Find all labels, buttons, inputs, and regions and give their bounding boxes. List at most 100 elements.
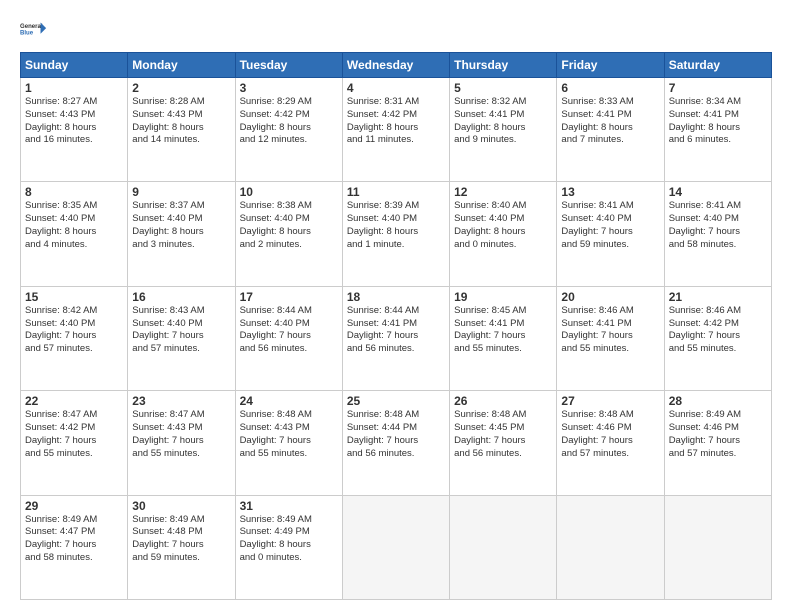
calendar-cell: 17Sunrise: 8:44 AMSunset: 4:40 PMDayligh… [235,286,342,390]
day-info: Sunrise: 8:46 AMSunset: 4:42 PMDaylight:… [669,305,767,356]
calendar-cell: 28Sunrise: 8:49 AMSunset: 4:46 PMDayligh… [664,391,771,495]
day-info: Sunrise: 8:35 AMSunset: 4:40 PMDaylight:… [25,200,123,251]
calendar-cell: 4Sunrise: 8:31 AMSunset: 4:42 PMDaylight… [342,78,449,182]
calendar-table: SundayMondayTuesdayWednesdayThursdayFrid… [20,52,772,600]
day-number: 23 [132,394,230,408]
day-info: Sunrise: 8:49 AMSunset: 4:46 PMDaylight:… [669,409,767,460]
calendar-cell: 27Sunrise: 8:48 AMSunset: 4:46 PMDayligh… [557,391,664,495]
calendar-cell: 26Sunrise: 8:48 AMSunset: 4:45 PMDayligh… [450,391,557,495]
calendar-cell: 3Sunrise: 8:29 AMSunset: 4:42 PMDaylight… [235,78,342,182]
day-info: Sunrise: 8:45 AMSunset: 4:41 PMDaylight:… [454,305,552,356]
calendar-cell: 8Sunrise: 8:35 AMSunset: 4:40 PMDaylight… [21,182,128,286]
calendar-week-4: 22Sunrise: 8:47 AMSunset: 4:42 PMDayligh… [21,391,772,495]
day-number: 31 [240,499,338,513]
day-number: 27 [561,394,659,408]
day-info: Sunrise: 8:33 AMSunset: 4:41 PMDaylight:… [561,96,659,147]
day-number: 17 [240,290,338,304]
header: GeneralBlue [20,16,772,44]
calendar-cell: 22Sunrise: 8:47 AMSunset: 4:42 PMDayligh… [21,391,128,495]
calendar-cell: 6Sunrise: 8:33 AMSunset: 4:41 PMDaylight… [557,78,664,182]
calendar-cell: 15Sunrise: 8:42 AMSunset: 4:40 PMDayligh… [21,286,128,390]
day-info: Sunrise: 8:38 AMSunset: 4:40 PMDaylight:… [240,200,338,251]
day-number: 13 [561,185,659,199]
day-number: 20 [561,290,659,304]
day-info: Sunrise: 8:28 AMSunset: 4:43 PMDaylight:… [132,96,230,147]
day-info: Sunrise: 8:34 AMSunset: 4:41 PMDaylight:… [669,96,767,147]
day-info: Sunrise: 8:41 AMSunset: 4:40 PMDaylight:… [669,200,767,251]
day-info: Sunrise: 8:47 AMSunset: 4:42 PMDaylight:… [25,409,123,460]
calendar-cell [557,495,664,599]
day-header-tuesday: Tuesday [235,53,342,78]
day-number: 11 [347,185,445,199]
day-info: Sunrise: 8:48 AMSunset: 4:45 PMDaylight:… [454,409,552,460]
day-header-wednesday: Wednesday [342,53,449,78]
calendar-cell: 24Sunrise: 8:48 AMSunset: 4:43 PMDayligh… [235,391,342,495]
day-info: Sunrise: 8:41 AMSunset: 4:40 PMDaylight:… [561,200,659,251]
calendar-cell: 5Sunrise: 8:32 AMSunset: 4:41 PMDaylight… [450,78,557,182]
calendar-header: SundayMondayTuesdayWednesdayThursdayFrid… [21,53,772,78]
day-info: Sunrise: 8:40 AMSunset: 4:40 PMDaylight:… [454,200,552,251]
day-number: 21 [669,290,767,304]
day-info: Sunrise: 8:42 AMSunset: 4:40 PMDaylight:… [25,305,123,356]
day-header-saturday: Saturday [664,53,771,78]
day-info: Sunrise: 8:39 AMSunset: 4:40 PMDaylight:… [347,200,445,251]
day-header-sunday: Sunday [21,53,128,78]
calendar-cell [450,495,557,599]
calendar-week-2: 8Sunrise: 8:35 AMSunset: 4:40 PMDaylight… [21,182,772,286]
day-number: 16 [132,290,230,304]
calendar-cell: 30Sunrise: 8:49 AMSunset: 4:48 PMDayligh… [128,495,235,599]
calendar-cell: 13Sunrise: 8:41 AMSunset: 4:40 PMDayligh… [557,182,664,286]
day-info: Sunrise: 8:29 AMSunset: 4:42 PMDaylight:… [240,96,338,147]
day-info: Sunrise: 8:43 AMSunset: 4:40 PMDaylight:… [132,305,230,356]
day-number: 5 [454,81,552,95]
calendar-cell: 16Sunrise: 8:43 AMSunset: 4:40 PMDayligh… [128,286,235,390]
day-info: Sunrise: 8:49 AMSunset: 4:48 PMDaylight:… [132,514,230,565]
day-number: 10 [240,185,338,199]
day-info: Sunrise: 8:37 AMSunset: 4:40 PMDaylight:… [132,200,230,251]
day-number: 26 [454,394,552,408]
svg-text:Blue: Blue [20,31,34,37]
day-number: 18 [347,290,445,304]
day-info: Sunrise: 8:32 AMSunset: 4:41 PMDaylight:… [454,96,552,147]
day-number: 19 [454,290,552,304]
calendar-cell: 25Sunrise: 8:48 AMSunset: 4:44 PMDayligh… [342,391,449,495]
calendar-week-3: 15Sunrise: 8:42 AMSunset: 4:40 PMDayligh… [21,286,772,390]
day-header-thursday: Thursday [450,53,557,78]
day-header-friday: Friday [557,53,664,78]
day-number: 4 [347,81,445,95]
calendar-cell: 29Sunrise: 8:49 AMSunset: 4:47 PMDayligh… [21,495,128,599]
calendar-cell: 19Sunrise: 8:45 AMSunset: 4:41 PMDayligh… [450,286,557,390]
day-info: Sunrise: 8:49 AMSunset: 4:49 PMDaylight:… [240,514,338,565]
day-number: 24 [240,394,338,408]
calendar-cell: 18Sunrise: 8:44 AMSunset: 4:41 PMDayligh… [342,286,449,390]
day-number: 1 [25,81,123,95]
calendar-cell: 9Sunrise: 8:37 AMSunset: 4:40 PMDaylight… [128,182,235,286]
day-info: Sunrise: 8:31 AMSunset: 4:42 PMDaylight:… [347,96,445,147]
day-number: 2 [132,81,230,95]
calendar-cell: 31Sunrise: 8:49 AMSunset: 4:49 PMDayligh… [235,495,342,599]
logo-icon: GeneralBlue [20,16,48,44]
day-number: 9 [132,185,230,199]
calendar-cell: 11Sunrise: 8:39 AMSunset: 4:40 PMDayligh… [342,182,449,286]
calendar-cell: 14Sunrise: 8:41 AMSunset: 4:40 PMDayligh… [664,182,771,286]
calendar-cell [664,495,771,599]
calendar-cell [342,495,449,599]
calendar-cell: 1Sunrise: 8:27 AMSunset: 4:43 PMDaylight… [21,78,128,182]
day-info: Sunrise: 8:47 AMSunset: 4:43 PMDaylight:… [132,409,230,460]
day-number: 8 [25,185,123,199]
day-number: 22 [25,394,123,408]
calendar-cell: 2Sunrise: 8:28 AMSunset: 4:43 PMDaylight… [128,78,235,182]
calendar-week-1: 1Sunrise: 8:27 AMSunset: 4:43 PMDaylight… [21,78,772,182]
day-number: 6 [561,81,659,95]
day-header-monday: Monday [128,53,235,78]
day-number: 15 [25,290,123,304]
day-number: 28 [669,394,767,408]
day-number: 25 [347,394,445,408]
calendar-header-row: SundayMondayTuesdayWednesdayThursdayFrid… [21,53,772,78]
day-info: Sunrise: 8:46 AMSunset: 4:41 PMDaylight:… [561,305,659,356]
day-number: 29 [25,499,123,513]
day-info: Sunrise: 8:48 AMSunset: 4:46 PMDaylight:… [561,409,659,460]
day-number: 3 [240,81,338,95]
calendar-week-5: 29Sunrise: 8:49 AMSunset: 4:47 PMDayligh… [21,495,772,599]
logo: GeneralBlue [20,16,52,44]
